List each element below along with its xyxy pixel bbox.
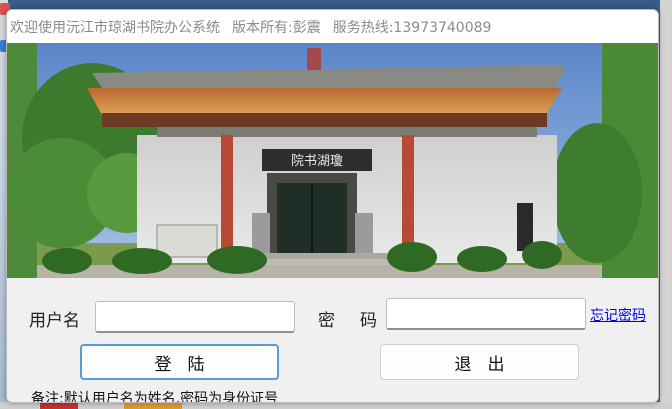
username-label: 用户名	[29, 311, 80, 331]
window-title-bar: 欢迎使用沅江市琼湖书院办公系统 版本所有:彭震 服务热线:13973740089	[7, 10, 658, 43]
taskbar-icon	[124, 402, 182, 409]
plaque-text: 院书湖瓊	[291, 154, 343, 169]
username-input[interactable]	[95, 301, 295, 333]
login-form: 用户名 密 码 忘记密码 登陆 退出 备注:默认用户名为姓名,密码为身份证号	[7, 278, 658, 403]
title-copyright: 版本所有:彭震	[232, 19, 321, 36]
desktop-background-right	[660, 0, 672, 409]
forgot-password-link[interactable]: 忘记密码	[590, 305, 646, 325]
login-note: 备注:默认用户名为姓名,密码为身份证号	[31, 391, 279, 403]
taskbar-icon	[40, 402, 78, 409]
login-window: 欢迎使用沅江市琼湖书院办公系统 版本所有:彭震 服务热线:13973740089	[6, 9, 659, 403]
password-label: 密 码	[318, 311, 381, 331]
login-button[interactable]: 登陆	[80, 344, 279, 380]
exit-button[interactable]: 退出	[380, 344, 579, 380]
title-system-name: 欢迎使用沅江市琼湖书院办公系统	[10, 19, 220, 36]
academy-building-photo: 院书湖瓊	[7, 43, 658, 278]
password-input[interactable]	[386, 298, 586, 330]
desktop-background-bottom	[0, 402, 672, 409]
title-hotline: 服务热线:13973740089	[332, 19, 492, 36]
